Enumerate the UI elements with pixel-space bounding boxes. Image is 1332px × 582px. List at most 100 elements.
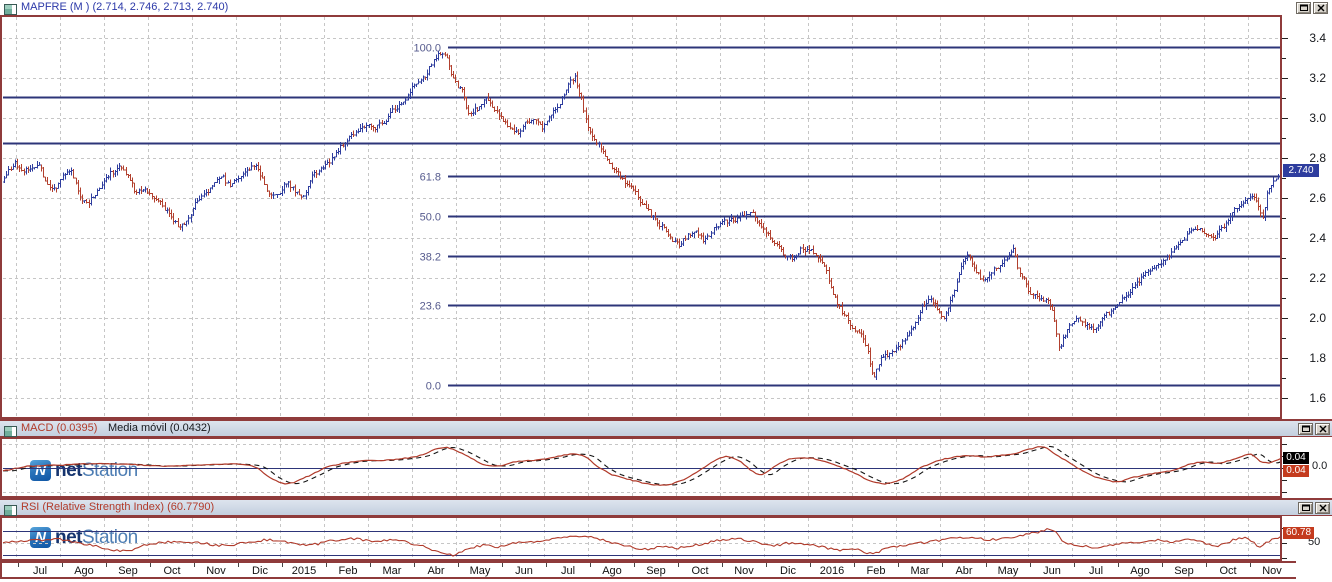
- last-price-box: 2.740: [1283, 164, 1319, 177]
- macd-close-button[interactable]: [1315, 423, 1330, 435]
- x-axis-label: Nov: [1262, 565, 1282, 577]
- time-axis-tick: [1250, 563, 1251, 567]
- x-axis-label: Dic: [780, 565, 796, 577]
- x-axis-label: Oct: [163, 565, 180, 577]
- x-axis-label: May: [470, 565, 491, 577]
- window-title: MAPFRE (M ) (2.714, 2.746, 2.713, 2.740): [21, 1, 228, 13]
- rsi-maximize-button[interactable]: [1298, 502, 1313, 514]
- x-axis-label: Ago: [1130, 565, 1150, 577]
- time-axis-tick: [1206, 563, 1207, 567]
- svg-text:3.0: 3.0: [1309, 111, 1326, 125]
- svg-text:38.2: 38.2: [420, 252, 441, 264]
- chart-panel-icon: [4, 503, 17, 514]
- rsi-panel-header: RSI (Relative Strength Index) (60.7790): [0, 498, 1332, 516]
- x-axis-label: Nov: [734, 565, 754, 577]
- svg-text:50.0: 50.0: [420, 212, 441, 224]
- svg-text:1.6: 1.6: [1309, 391, 1326, 405]
- time-axis-tick: [326, 563, 327, 567]
- x-axis-label: Mar: [911, 565, 930, 577]
- x-axis-label: Sep: [118, 565, 138, 577]
- svg-text:23.6: 23.6: [420, 301, 441, 313]
- close-icon: [1317, 4, 1325, 12]
- x-axis-label: Jul: [1089, 565, 1103, 577]
- time-axis-tick: [986, 563, 987, 567]
- svg-text:3.2: 3.2: [1309, 71, 1326, 85]
- time-axis-tick: [194, 563, 195, 567]
- x-axis-label: Abr: [427, 565, 444, 577]
- time-axis[interactable]: Jul Ago Sep Oct Nov Dic 2015 Feb Mar Abr May Jun Jul…: [0, 561, 1296, 579]
- time-axis-tick: [238, 563, 239, 567]
- macd-chart-canvas[interactable]: [0, 437, 1332, 498]
- x-axis-label: 2015: [292, 565, 316, 577]
- x-axis-label: Jun: [515, 565, 533, 577]
- maximize-button[interactable]: [1296, 2, 1311, 14]
- x-axis-label: Mar: [383, 565, 402, 577]
- x-axis-label: Sep: [1174, 565, 1194, 577]
- time-axis-tick: [106, 563, 107, 567]
- time-axis-tick: [502, 563, 503, 567]
- time-axis-tick: [1030, 563, 1031, 567]
- svg-text:2.8: 2.8: [1309, 151, 1326, 165]
- svg-text:2.0: 2.0: [1309, 311, 1326, 325]
- time-axis-tick: [854, 563, 855, 567]
- time-axis-tick: [766, 563, 767, 567]
- time-axis-tick: [634, 563, 635, 567]
- x-axis-label: Dic: [252, 565, 268, 577]
- time-axis-tick: [546, 563, 547, 567]
- time-axis-tick: [150, 563, 151, 567]
- time-axis-tick: [370, 563, 371, 567]
- svg-text:2.2: 2.2: [1309, 271, 1326, 285]
- time-axis-tick: [18, 563, 19, 567]
- x-axis-label: Jun: [1043, 565, 1061, 577]
- x-axis-label: Oct: [1219, 565, 1236, 577]
- maximize-icon: [1301, 425, 1311, 433]
- x-axis-label: Ago: [74, 565, 94, 577]
- x-axis-label: May: [998, 565, 1019, 577]
- svg-text:0.0: 0.0: [426, 381, 441, 393]
- maximize-icon: [1299, 4, 1309, 12]
- time-axis-tick: [590, 563, 591, 567]
- x-axis-label: Feb: [339, 565, 358, 577]
- rsi-close-button[interactable]: [1315, 502, 1330, 514]
- maximize-icon: [1301, 504, 1311, 512]
- time-axis-tick: [62, 563, 63, 567]
- time-axis-tick: [1074, 563, 1075, 567]
- x-axis-label: Jul: [561, 565, 575, 577]
- svg-text:100.0: 100.0: [413, 43, 441, 55]
- time-axis-tick: [1118, 563, 1119, 567]
- time-axis-tick: [942, 563, 943, 567]
- time-axis-tick: [722, 563, 723, 567]
- rsi-chart-canvas[interactable]: [0, 516, 1332, 561]
- rsi-value-box: 60.78: [1283, 527, 1314, 539]
- macd-panel-header: MACD (0.0395) Media móvil (0.0432): [0, 419, 1332, 437]
- svg-text:2.4: 2.4: [1309, 231, 1326, 245]
- svg-text:2.6: 2.6: [1309, 191, 1326, 205]
- x-axis-label: 2016: [820, 565, 844, 577]
- x-axis-label: Feb: [867, 565, 886, 577]
- macd-maximize-button[interactable]: [1298, 423, 1313, 435]
- close-icon: [1319, 504, 1327, 512]
- time-axis-tick: [414, 563, 415, 567]
- x-axis-label: Nov: [206, 565, 226, 577]
- close-icon: [1319, 425, 1327, 433]
- macd-indicator-label: MACD (0.0395): [21, 422, 97, 434]
- time-axis-tick: [810, 563, 811, 567]
- x-axis-label: Oct: [691, 565, 708, 577]
- rsi-indicator-label: RSI (Relative Strength Index) (60.7790): [21, 501, 214, 513]
- x-axis-label: Jul: [33, 565, 47, 577]
- svg-text:3.4: 3.4: [1309, 31, 1326, 45]
- macd-value-box: 0.04: [1283, 465, 1309, 477]
- x-axis-label: Ago: [602, 565, 622, 577]
- time-axis-tick: [1162, 563, 1163, 567]
- time-axis-tick: [678, 563, 679, 567]
- price-chart-canvas[interactable]: 3.4 3.2 3.0 2.8 2.6 2.4 2.2 2.0 1.8 1.6 100.0 61.8 5…: [0, 15, 1332, 419]
- close-button[interactable]: [1313, 2, 1328, 14]
- x-axis-label: Abr: [955, 565, 972, 577]
- svg-text:1.8: 1.8: [1309, 351, 1326, 365]
- macd-signal-value-box: 0.04: [1283, 452, 1309, 464]
- time-axis-tick: [458, 563, 459, 567]
- time-axis-tick: [898, 563, 899, 567]
- x-axis-label: Sep: [646, 565, 666, 577]
- svg-text:61.8: 61.8: [420, 172, 441, 184]
- macd-signal-label: Media móvil (0.0432): [108, 422, 211, 434]
